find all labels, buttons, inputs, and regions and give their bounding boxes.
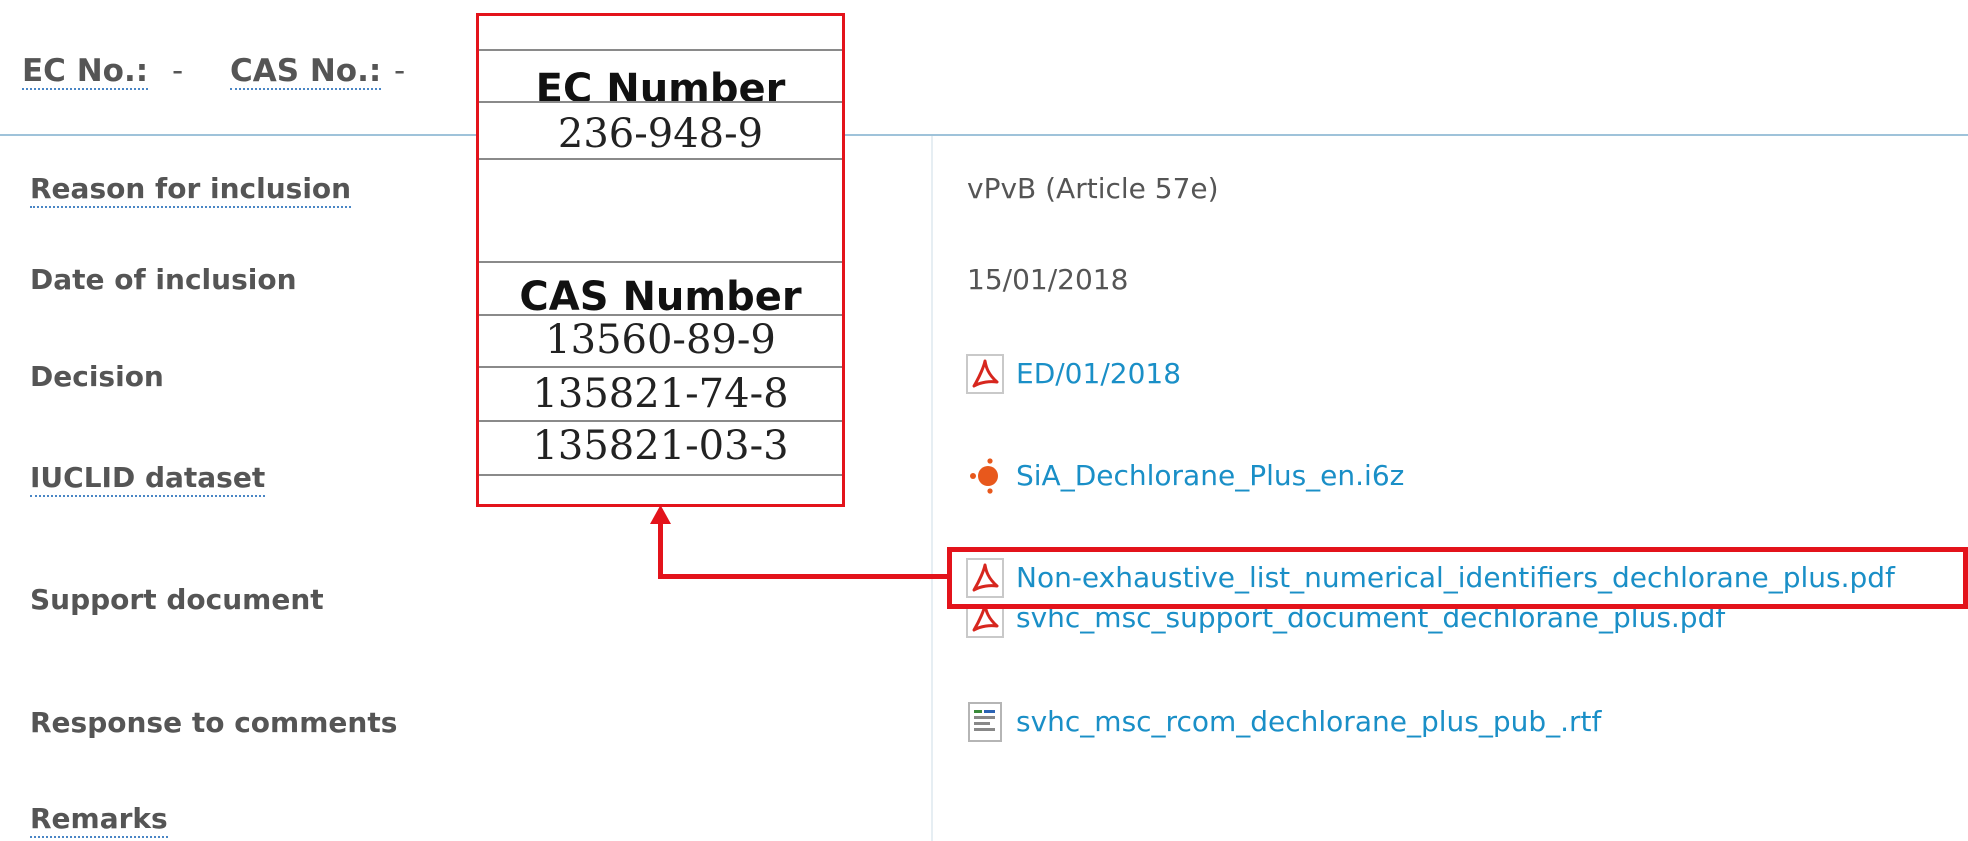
ec-number-label: EC No.: — [22, 53, 149, 90]
table-rule — [479, 474, 842, 476]
table-rule — [479, 158, 842, 160]
identifiers-table: EC Number 236-948-9 CAS Number 13560-89-… — [476, 13, 845, 507]
iuclid-dataset-link-text: SiA_Dechlorane_Plus_en.i6z — [1016, 459, 1405, 492]
decision-link[interactable]: ED/01/2018 — [966, 354, 1181, 394]
table-rule — [479, 49, 842, 51]
iuclid-dataset-link[interactable]: SiA_Dechlorane_Plus_en.i6z — [966, 456, 1404, 496]
response-to-comments-link-text: svhc_msc_rcom_dechlorane_plus_pub_.rtf — [1016, 705, 1602, 738]
header-divider — [0, 134, 1968, 136]
cas-number-cell: 135821-74-8 — [532, 371, 789, 417]
reason-for-inclusion-label: Reason for inclusion — [30, 172, 352, 208]
highlight-box — [947, 547, 1968, 609]
ec-number-cell: 236-948-9 — [557, 111, 764, 157]
decision-label: Decision — [30, 360, 164, 393]
rtf-icon — [966, 702, 1004, 742]
response-to-comments-label: Response to comments — [30, 706, 398, 739]
connector-line-vertical — [658, 521, 663, 579]
support-document-label: Support document — [30, 583, 324, 616]
table-rule — [479, 261, 842, 263]
iuclid-dataset-label: IUCLID dataset — [30, 461, 266, 497]
cas-number-cell: 135821-03-3 — [532, 423, 789, 469]
date-of-inclusion-value: 15/01/2018 — [967, 263, 1129, 296]
column-divider — [931, 136, 933, 841]
remarks-label: Remarks — [30, 802, 168, 838]
iuclid-icon — [966, 456, 1004, 496]
decision-link-text: ED/01/2018 — [1016, 357, 1182, 390]
ec-number-value: - — [172, 53, 184, 89]
date-of-inclusion-label: Date of inclusion — [30, 263, 297, 296]
table-rule — [479, 101, 842, 103]
cas-number-label: CAS No.: — [230, 53, 382, 90]
connector-line-horizontal — [658, 574, 948, 579]
reason-for-inclusion-value: vPvB (Article 57e) — [967, 172, 1219, 205]
cas-number-value: - — [394, 53, 406, 89]
cas-number-cell: 13560-89-9 — [545, 317, 776, 363]
pdf-icon — [966, 354, 1004, 394]
response-to-comments-link[interactable]: svhc_msc_rcom_dechlorane_plus_pub_.rtf — [966, 702, 1601, 742]
arrowhead-icon — [650, 505, 671, 524]
